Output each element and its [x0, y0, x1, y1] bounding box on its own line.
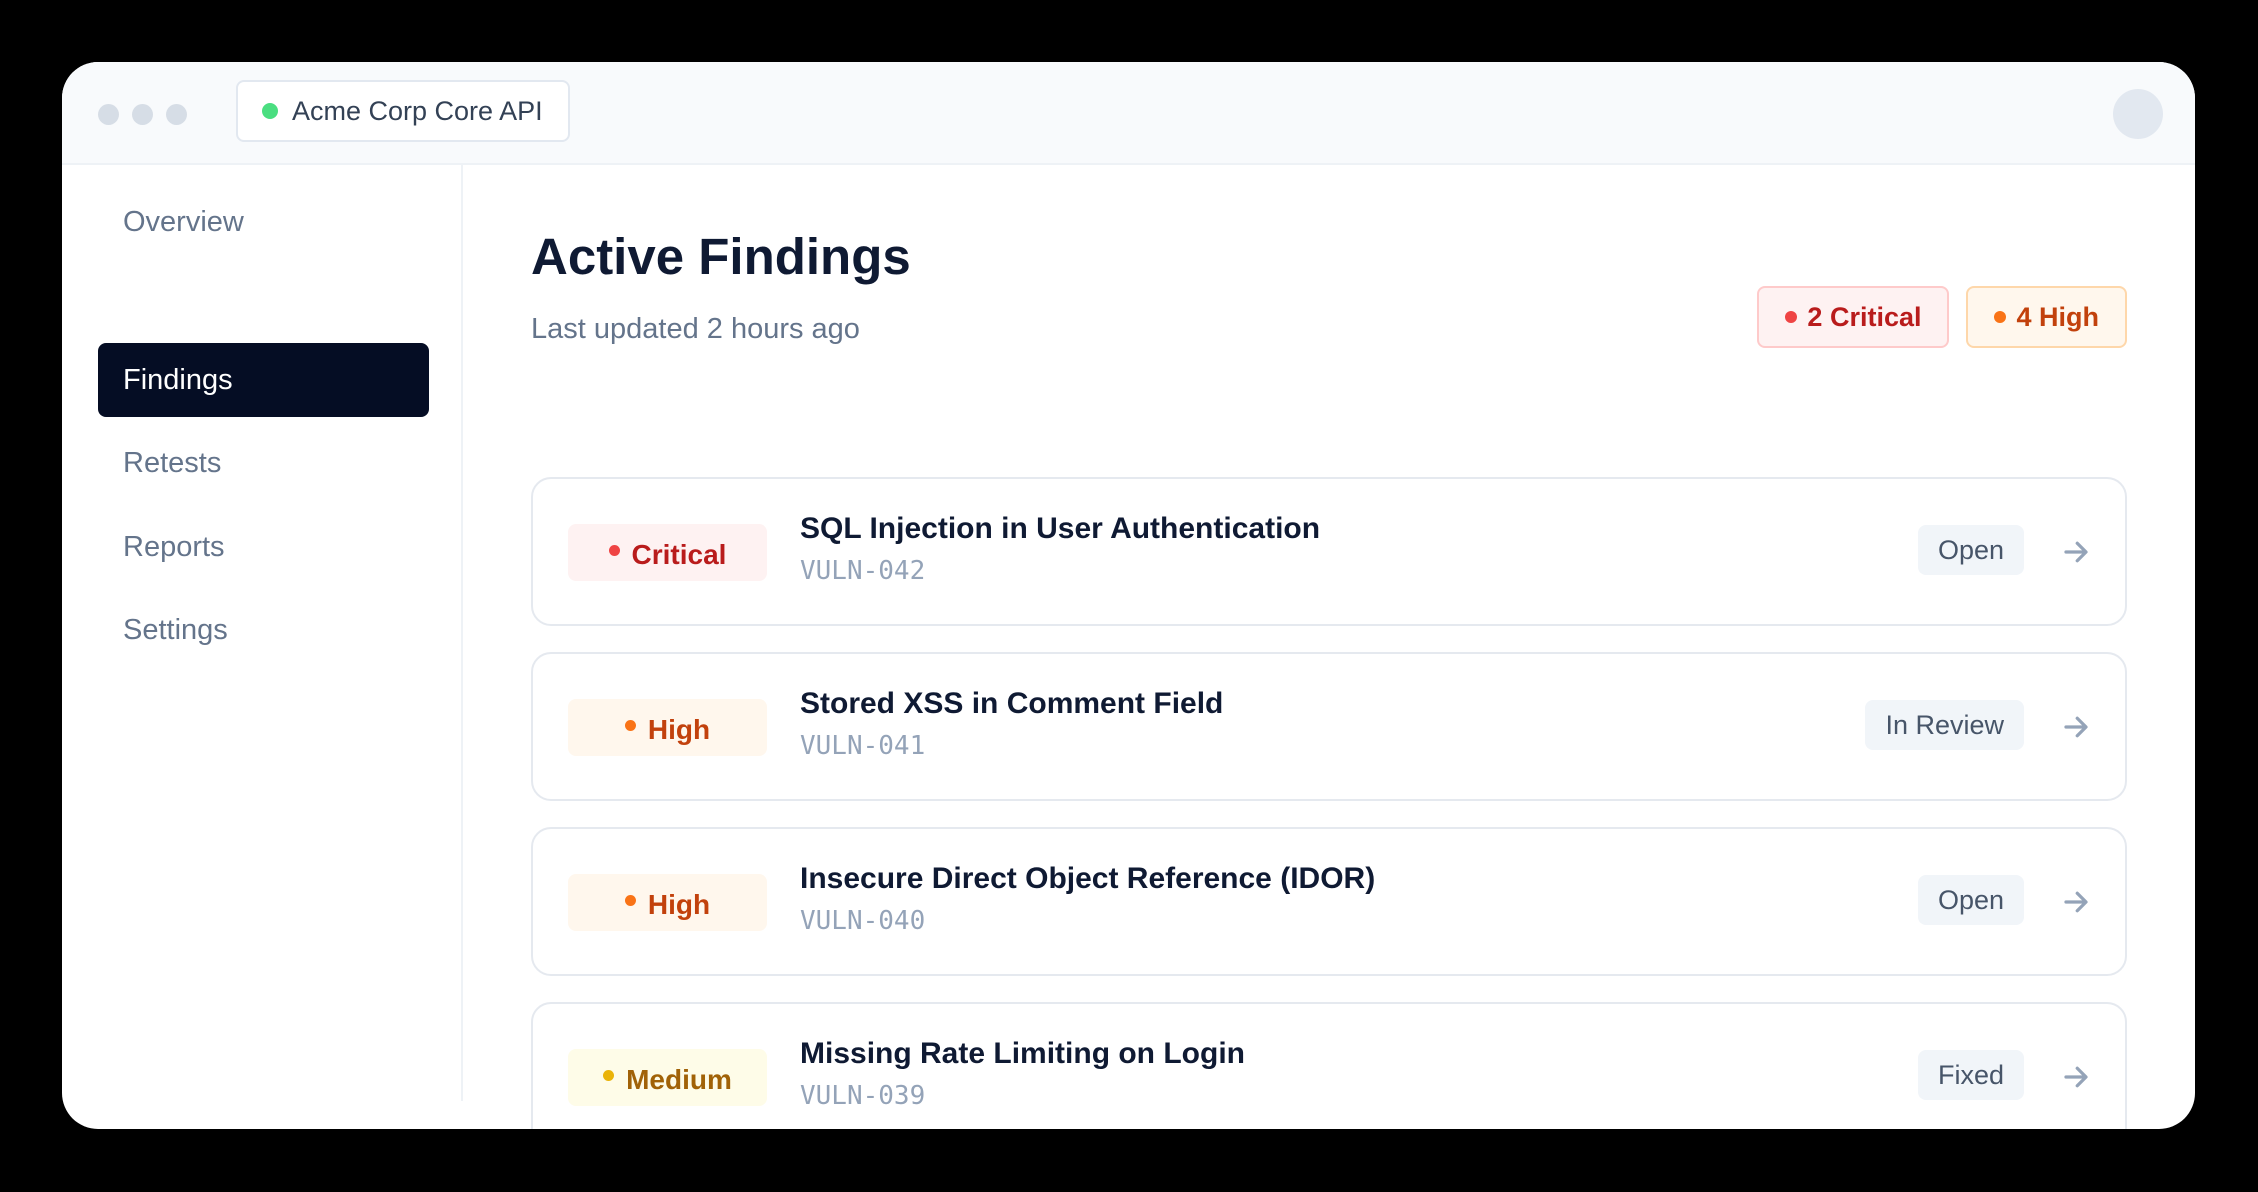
critical-count-badge[interactable]: 2 Critical [1757, 286, 1950, 348]
severity-label: High [647, 888, 711, 920]
finding-card[interactable]: Medium Missing Rate Limiting on Login VU… [531, 1002, 2127, 1129]
status-badge: Open [1917, 875, 2024, 925]
severity-label: Critical [631, 538, 727, 570]
status-badge: In Review [1865, 700, 2024, 750]
app-window: Acme Corp Core API Overview Findings Ret… [62, 62, 2195, 1129]
sidebar-item-retests[interactable]: Retests [98, 426, 429, 500]
severity-badge: High [568, 699, 767, 756]
title-bar: Acme Corp Core API [62, 62, 2195, 165]
finding-title: SQL Injection in User Authentication [800, 512, 1321, 545]
critical-dot-icon [1785, 311, 1798, 323]
sidebar-item-label: Settings [123, 613, 228, 646]
project-selector[interactable]: Acme Corp Core API [236, 80, 570, 142]
status-badge: Fixed [1917, 1050, 2024, 1100]
window-controls [98, 104, 187, 125]
last-updated-text: Last updated 2 hours ago [531, 313, 860, 345]
severity-badge: Critical [568, 524, 767, 581]
findings-list: Critical SQL Injection in User Authentic… [531, 477, 2127, 1129]
page-title: Active Findings [531, 228, 911, 285]
sidebar-item-label: Overview [123, 205, 244, 238]
finding-id: VULN-042 [800, 556, 926, 586]
high-dot-icon [1994, 311, 2007, 323]
severity-label: High [647, 713, 711, 745]
high-count-label: 4 High [2016, 301, 2099, 332]
severity-badge: High [568, 874, 767, 931]
project-status-dot [262, 103, 278, 119]
status-badge: Open [1917, 525, 2024, 575]
sidebar-item-settings[interactable]: Settings [98, 593, 429, 667]
sidebar-item-label: Findings [123, 363, 233, 396]
severity-dot-icon [624, 895, 636, 906]
close-window-dot[interactable] [98, 104, 119, 125]
severity-summary: 2 Critical 4 High [1757, 286, 2127, 348]
finding-id: VULN-039 [800, 1081, 926, 1111]
sidebar-item-reports[interactable]: Reports [98, 510, 429, 584]
severity-dot-icon [603, 1070, 615, 1081]
sidebar-item-label: Reports [123, 530, 225, 563]
arrow-right-icon[interactable] [2061, 1062, 2091, 1092]
sidebar-item-label: Retests [123, 446, 222, 479]
arrow-right-icon[interactable] [2061, 712, 2091, 742]
finding-card[interactable]: Critical SQL Injection in User Authentic… [531, 477, 2127, 626]
severity-badge: Medium [568, 1049, 767, 1106]
sidebar-item-findings[interactable]: Findings [98, 343, 429, 417]
finding-card[interactable]: High Insecure Direct Object Reference (I… [531, 827, 2127, 976]
finding-card[interactable]: High Stored XSS in Comment Field VULN-04… [531, 652, 2127, 801]
severity-dot-icon [608, 545, 620, 556]
project-name: Acme Corp Core API [292, 95, 543, 126]
finding-id: VULN-041 [800, 731, 926, 761]
sidebar: Overview Findings Retests Reports Settin… [62, 165, 463, 1101]
severity-label: Medium [626, 1063, 732, 1095]
minimize-window-dot[interactable] [132, 104, 153, 125]
finding-title: Missing Rate Limiting on Login [800, 1037, 1245, 1070]
arrow-right-icon[interactable] [2061, 537, 2091, 567]
user-avatar[interactable] [2113, 89, 2163, 139]
finding-title: Insecure Direct Object Reference (IDOR) [800, 862, 1376, 895]
high-count-badge[interactable]: 4 High [1966, 286, 2127, 348]
finding-id: VULN-040 [800, 906, 926, 936]
arrow-right-icon[interactable] [2061, 887, 2091, 917]
severity-dot-icon [624, 720, 636, 731]
maximize-window-dot[interactable] [166, 104, 187, 125]
critical-count-label: 2 Critical [1807, 301, 1922, 332]
finding-title: Stored XSS in Comment Field [800, 687, 1224, 720]
sidebar-item-overview[interactable]: Overview [98, 185, 429, 259]
